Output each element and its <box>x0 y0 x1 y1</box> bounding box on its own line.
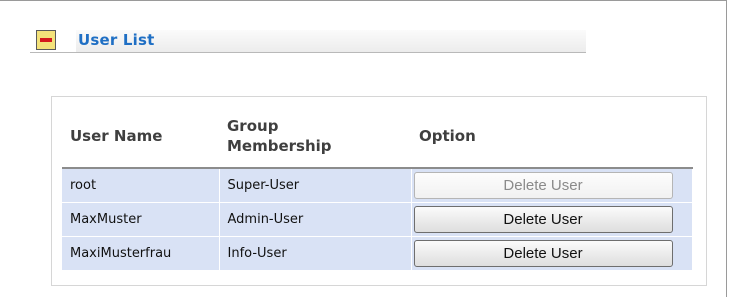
group-membership-cell: Admin-User <box>219 202 412 237</box>
column-header-group-line1: Group <box>227 117 279 135</box>
delete-user-button[interactable]: Delete User <box>413 239 673 267</box>
user-table: User Name Group Membership Option root S… <box>62 105 693 271</box>
group-membership-cell: Super-User <box>219 168 412 203</box>
column-header-user-name: User Name <box>70 127 163 145</box>
user-name-cell: MaxMuster <box>62 202 220 237</box>
column-header-group-line2: Membership <box>227 137 332 155</box>
option-cell: Delete User <box>411 236 693 271</box>
user-name-cell: MaxiMusterfrau <box>62 236 220 271</box>
table-header-row: User Name Group Membership Option <box>62 105 693 168</box>
table-row: MaxiMusterfrau Info-User Delete User <box>62 236 693 271</box>
delete-user-button[interactable]: Delete User <box>413 205 673 233</box>
section-title: User List <box>78 31 155 49</box>
option-cell: Delete User <box>411 168 693 203</box>
group-membership-cell: Info-User <box>219 236 412 271</box>
minus-icon[interactable] <box>36 30 56 50</box>
user-name-cell: root <box>62 168 220 203</box>
user-list-section-header: User List <box>30 28 586 53</box>
column-header-option: Option <box>419 127 476 145</box>
table-row: root Super-User Delete User <box>62 168 693 203</box>
option-cell: Delete User <box>411 202 693 237</box>
column-header-group-membership: Group Membership <box>219 105 411 168</box>
user-list-panel: User Name Group Membership Option root S… <box>51 96 707 286</box>
delete-user-button: Delete User <box>413 171 673 199</box>
table-row: MaxMuster Admin-User Delete User <box>62 202 693 237</box>
